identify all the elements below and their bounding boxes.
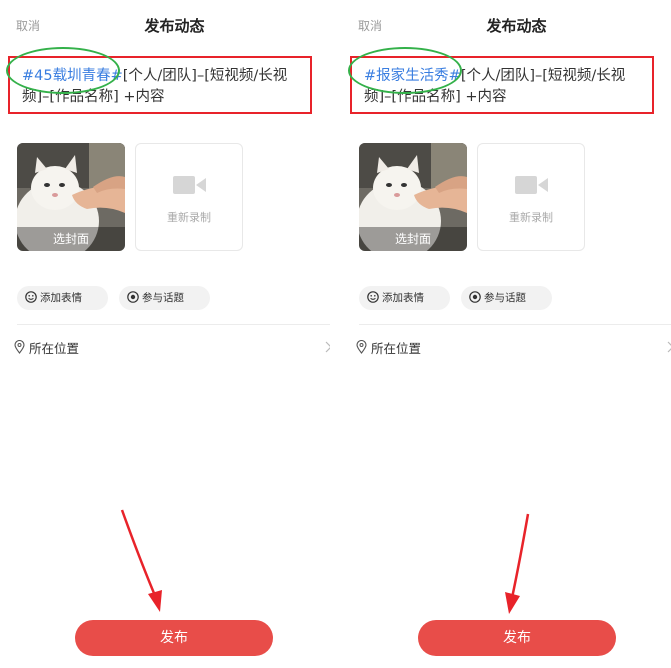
rerecord-label: 重新录制 bbox=[167, 211, 211, 224]
chevron-right-icon bbox=[325, 341, 330, 353]
topic-label: 参与话题 bbox=[142, 292, 184, 304]
topic-label: 参与话题 bbox=[484, 292, 526, 304]
post-editor-left: 取消 发布动态 #45载圳青春#[个人/团队]–[短视频/长视频]–[作品名称]… bbox=[0, 0, 330, 668]
topic-icon bbox=[469, 291, 481, 303]
divider bbox=[17, 324, 330, 325]
post-editor-right: 取消 发布动态 #报家生活秀#[个人/团队]–[短视频/长视频]–[作品名称] … bbox=[342, 0, 671, 668]
hashtag-text: #45载圳青春# bbox=[22, 68, 123, 84]
join-topic-button[interactable]: 参与话题 bbox=[461, 286, 552, 310]
rerecord-label: 重新录制 bbox=[509, 211, 553, 224]
location-pin-icon bbox=[14, 340, 25, 354]
location-row[interactable]: 所在位置 bbox=[356, 338, 671, 358]
location-pin-icon bbox=[356, 340, 367, 354]
add-emoji-button[interactable]: 添加表情 bbox=[359, 286, 450, 310]
page-title: 发布动态 bbox=[144, 17, 205, 35]
video-camera-icon bbox=[173, 176, 206, 194]
cover-label: 选封面 bbox=[359, 227, 467, 251]
location-label: 所在位置 bbox=[29, 341, 80, 356]
video-camera-icon bbox=[515, 176, 548, 194]
smile-icon bbox=[367, 291, 379, 303]
page-title: 发布动态 bbox=[486, 17, 547, 35]
location-label: 所在位置 bbox=[371, 341, 422, 356]
join-topic-button[interactable]: 参与话题 bbox=[119, 286, 210, 310]
cover-label: 选封面 bbox=[17, 227, 125, 251]
video-cover-thumbnail[interactable]: 选封面 bbox=[17, 143, 125, 251]
emoji-label: 添加表情 bbox=[382, 292, 424, 304]
add-emoji-button[interactable]: 添加表情 bbox=[17, 286, 108, 310]
divider bbox=[359, 324, 671, 325]
publish-button[interactable]: 发布 bbox=[75, 620, 273, 656]
emoji-label: 添加表情 bbox=[40, 292, 82, 304]
caption-input[interactable]: #45载圳青春#[个人/团队]–[短视频/长视频]–[作品名称] +内容 bbox=[8, 56, 312, 114]
topic-icon bbox=[127, 291, 139, 303]
rerecord-button[interactable]: 重新录制 bbox=[477, 143, 585, 251]
video-cover-thumbnail[interactable]: 选封面 bbox=[359, 143, 467, 251]
chevron-right-icon bbox=[667, 341, 671, 353]
smile-icon bbox=[25, 291, 37, 303]
publish-button[interactable]: 发布 bbox=[418, 620, 616, 656]
rerecord-button[interactable]: 重新录制 bbox=[135, 143, 243, 251]
caption-input[interactable]: #报家生活秀#[个人/团队]–[短视频/长视频]–[作品名称] +内容 bbox=[350, 56, 654, 114]
location-row[interactable]: 所在位置 bbox=[14, 338, 330, 358]
hashtag-text: #报家生活秀# bbox=[364, 68, 461, 84]
